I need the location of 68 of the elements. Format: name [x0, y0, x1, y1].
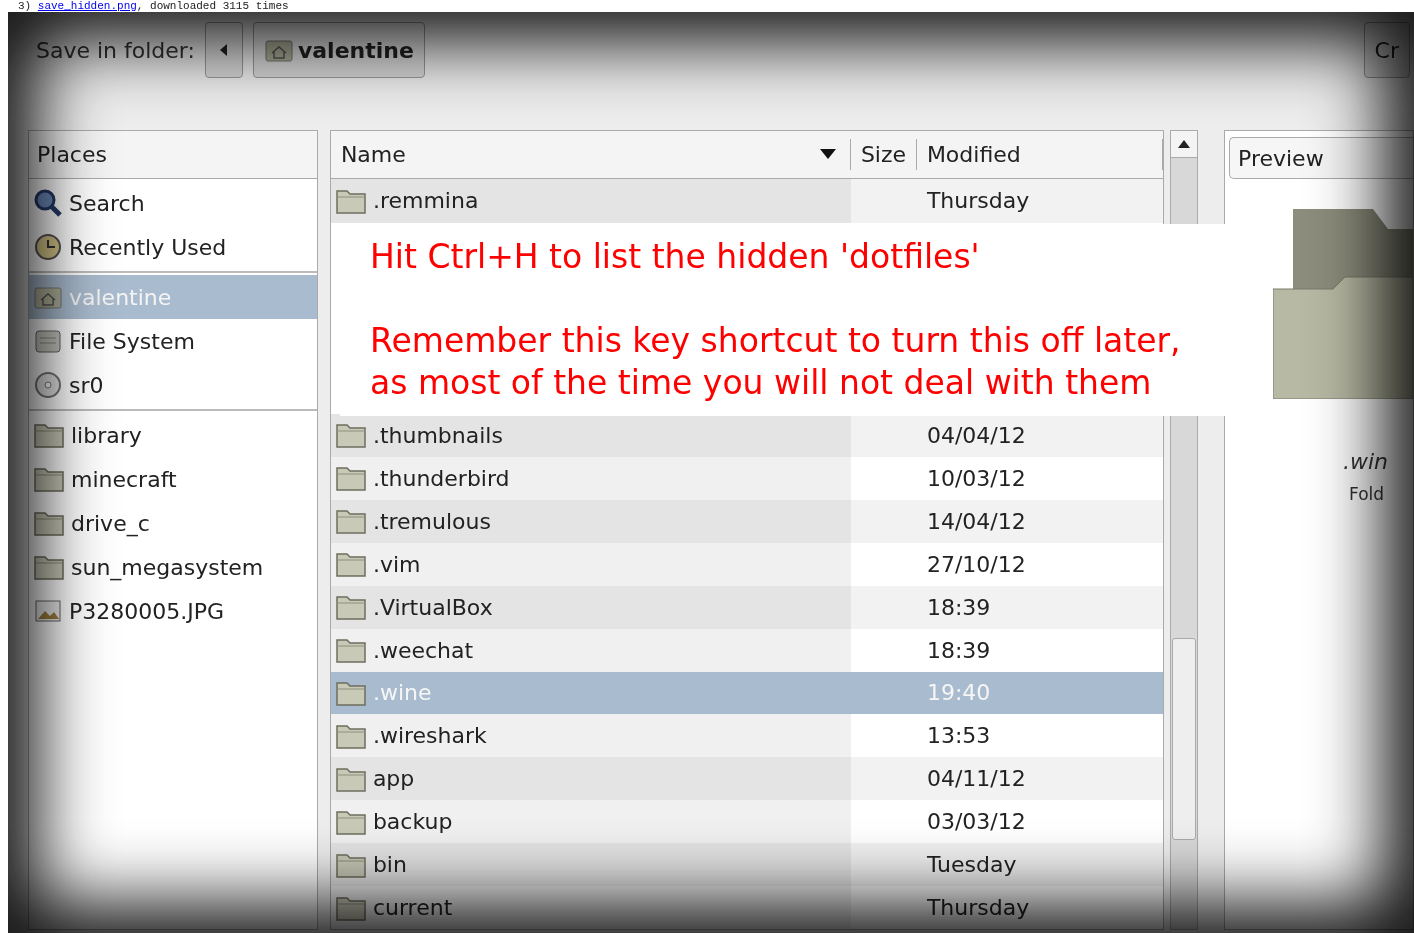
sort-arrow-icon — [819, 149, 836, 160]
place-item[interactable]: minecraft — [29, 457, 317, 501]
path-button[interactable]: valentine — [252, 22, 425, 78]
back-button[interactable] — [204, 22, 243, 78]
column-header[interactable]: Name — [330, 139, 851, 170]
annotation-text: Remember this key shortcut to turn this off later, — [370, 320, 1182, 362]
modified-date: 14/04/12 — [926, 508, 1026, 534]
place-item[interactable]: library — [29, 413, 317, 457]
file-name: current — [372, 895, 453, 921]
modified-date: 04/11/12 — [926, 766, 1026, 792]
file-name: .weechat — [372, 637, 474, 663]
place-item[interactable]: sr0 — [29, 363, 317, 407]
clock-icon — [33, 232, 63, 262]
place-item[interactable]: sun_megasystem — [29, 545, 317, 589]
folder-icon — [33, 553, 65, 581]
file-name: backup — [372, 809, 453, 835]
file-name: .wine — [372, 680, 432, 706]
file-name: .vim — [372, 551, 421, 577]
modified-date: 04/04/12 — [926, 422, 1026, 448]
disc-icon — [33, 370, 63, 400]
modified-date: Thursday — [926, 188, 1030, 214]
preview-name: .win — [1343, 449, 1390, 474]
modified-date: 10/03/12 — [926, 465, 1026, 491]
modified-date: 13:53 — [926, 723, 991, 749]
folder-icon — [334, 636, 367, 665]
file-name: .wireshark — [372, 723, 487, 749]
file-name: .thumbnails — [372, 422, 503, 448]
place-item[interactable]: Search — [29, 181, 317, 225]
modified-date: 19:40 — [926, 680, 991, 706]
scrollbar-thumb[interactable] — [1172, 638, 1196, 840]
search-icon — [33, 188, 63, 218]
file-link[interactable]: save_hidden.png — [37, 0, 137, 12]
modified-date: Tuesday — [926, 852, 1017, 878]
place-item[interactable]: drive_c — [29, 501, 317, 545]
annotation-text: as most of the time you will not deal with them — [370, 362, 1153, 404]
column-header[interactable]: Modified — [916, 139, 1163, 170]
file-name: bin — [372, 852, 407, 878]
folder-icon — [334, 464, 367, 493]
preview-type: Fold — [1349, 484, 1386, 504]
caption-text: 3) save_hidden.png, downloaded 3115 times — [18, 0, 290, 12]
left-arrow-icon — [219, 44, 228, 56]
folder-icon — [334, 421, 367, 450]
modified-date: 18:39 — [926, 594, 991, 620]
folder-icon — [334, 507, 367, 536]
folder-icon — [1273, 209, 1413, 399]
places-header[interactable]: Places — [29, 131, 317, 179]
folder-icon — [334, 550, 367, 579]
modified-date: 27/10/12 — [926, 551, 1026, 577]
folder-icon — [33, 509, 65, 537]
annotation-text: Hit Ctrl+H to list the hidden 'dotfiles' — [370, 236, 981, 278]
modified-date: 03/03/12 — [926, 809, 1026, 835]
folder-icon — [33, 465, 65, 493]
column-header[interactable]: Size — [850, 139, 917, 170]
file-name: .VirtualBox — [372, 594, 493, 620]
file-name: app — [372, 766, 415, 792]
place-item[interactable]: Recently Used — [29, 225, 317, 269]
preview-label: Preview — [1229, 137, 1413, 179]
file-name: .tremulous — [372, 508, 491, 534]
modified-date: Thursday — [926, 895, 1030, 921]
up-arrow-icon — [1178, 140, 1190, 148]
folder-icon — [33, 421, 65, 449]
modified-date: 18:39 — [926, 637, 991, 663]
save-folder-label: Save in folder: — [36, 37, 195, 63]
file-name: .remmina — [372, 188, 479, 214]
folder-icon — [334, 593, 367, 622]
place-item[interactable]: P3280005.JPG — [29, 589, 317, 633]
file-name: .thunderbird — [372, 465, 510, 491]
place-item[interactable]: File System — [29, 319, 317, 363]
